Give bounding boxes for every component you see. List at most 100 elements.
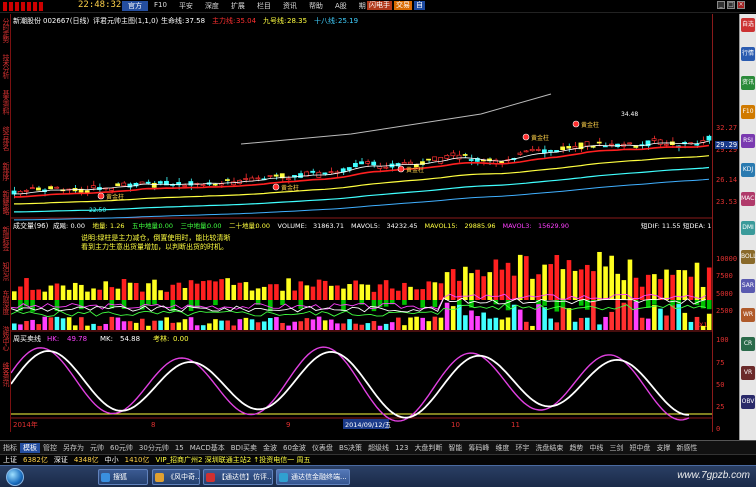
volume-bar-lower: [530, 325, 535, 330]
right-tool-button[interactable]: DMI: [741, 221, 755, 235]
indicator-tab[interactable]: 智能: [445, 443, 465, 453]
indicator-tab[interactable]: 短中盘: [626, 443, 653, 453]
indicator-tab[interactable]: 超级线: [365, 443, 392, 453]
volume-bar-upper: [200, 281, 206, 300]
indicator-tab[interactable]: 指标: [0, 443, 20, 453]
top-menu-item[interactable]: 平安: [173, 1, 199, 11]
volume-bar-upper: [207, 280, 212, 300]
left-tab[interactable]: 新排序: [1, 162, 10, 180]
top-menu-item[interactable]: 栏目: [251, 1, 277, 11]
indicator-tab[interactable]: 60元帅: [107, 443, 136, 453]
right-tool-button[interactable]: VR: [741, 366, 755, 380]
left-tab[interactable]: 综合排名: [1, 126, 10, 150]
indicator-label: 九号线:: [263, 16, 286, 25]
indicator-tab[interactable]: 环宇: [512, 443, 532, 453]
taskbar-window-button[interactable]: 《风中奇...: [152, 469, 200, 485]
volume-bar-lower: [280, 322, 285, 330]
right-tool-button[interactable]: BOLL: [741, 250, 756, 264]
candle-body: [596, 141, 602, 144]
candle-body: [139, 181, 145, 185]
left-tab[interactable]: 分时走势: [1, 18, 10, 42]
right-tool-button[interactable]: 资讯: [741, 76, 755, 90]
top-button[interactable]: 自: [414, 1, 425, 10]
left-tab[interactable]: 知识点: [1, 262, 10, 280]
volume-bar-lower: [414, 316, 419, 330]
volume-bar-green: [402, 300, 407, 305]
indicator-tab[interactable]: 30分元帅: [136, 443, 172, 453]
top-right-buttons: 闪电手 交易自: [367, 1, 427, 10]
indicator-tab[interactable]: 新感性: [673, 443, 700, 453]
top-menu-item[interactable]: A股: [329, 1, 353, 11]
indicator-tab[interactable]: 60金波: [280, 443, 309, 453]
indicator-tab[interactable]: BDI买卖: [228, 443, 260, 453]
indicator-tab[interactable]: 中线: [586, 443, 606, 453]
top-menu-item[interactable]: 深度: [199, 1, 225, 11]
indicator-tab[interactable]: 筹码峰: [465, 443, 492, 453]
volume-bar-lower: [633, 301, 639, 330]
candle-body: [243, 178, 249, 180]
indicator-tab[interactable]: 模板: [20, 442, 40, 453]
volume-bar-lower: [164, 317, 169, 330]
indicator-tab[interactable]: 趋势: [566, 443, 586, 453]
indicator-tab[interactable]: 支撑: [653, 443, 673, 453]
volume-bar-lower: [237, 319, 243, 330]
right-tool-button[interactable]: RSI: [741, 134, 755, 148]
indicator-tab[interactable]: 洗盘结束: [532, 443, 566, 453]
kline-chart-area[interactable]: 新潮股份 002667(日线) 评君元帅主图(1,1,0) 生命线: 37.58 主力线:…: [11, 14, 712, 432]
indicator-tab[interactable]: 管控: [40, 443, 60, 453]
candle-body: [109, 188, 114, 191]
taskbar-window-button[interactable]: 搜狐: [98, 469, 148, 485]
taskbar-window-button[interactable]: 通达信金融终端...: [276, 469, 350, 485]
top-button[interactable]: 闪电手: [367, 1, 392, 10]
volume-bar-upper: [268, 284, 273, 300]
top-menu-item[interactable]: 帮助: [303, 1, 329, 11]
indicator-tab[interactable]: 另存为: [60, 443, 87, 453]
top-menu-item[interactable]: F10: [148, 1, 173, 11]
indicator-tab[interactable]: 大盘判断: [411, 443, 445, 453]
minimize-icon[interactable]: _: [717, 1, 725, 9]
top-button[interactable]: 交易: [394, 1, 412, 10]
indicator-tab[interactable]: 元帅: [87, 443, 107, 453]
start-button[interactable]: [6, 468, 24, 486]
volume-bar-upper: [310, 286, 316, 300]
right-tool-button[interactable]: F10: [741, 105, 755, 119]
indicator-tab[interactable]: 123: [392, 444, 411, 452]
volume-bar-upper: [609, 255, 614, 300]
left-tab[interactable]: 东财深度: [1, 290, 10, 314]
indicator-tab[interactable]: MACD基本: [187, 443, 228, 453]
top-menu-item[interactable]: 扩展: [225, 1, 251, 11]
candle-body: [145, 181, 151, 184]
volume-bar-upper: [170, 284, 176, 300]
right-tool-button[interactable]: WR: [741, 308, 755, 322]
right-tool-button[interactable]: MACD: [741, 192, 756, 206]
maximize-icon[interactable]: □: [727, 1, 735, 9]
left-tab[interactable]: 基本资料: [1, 90, 10, 114]
top-menu-item[interactable]: 资讯: [277, 1, 303, 11]
left-tab[interactable]: 新疆策略: [1, 190, 10, 214]
golden-pillar-marker: [272, 183, 280, 191]
indicator-tab[interactable]: 15: [172, 444, 187, 452]
left-tab[interactable]: 新增标签: [1, 226, 10, 250]
top-menu-item[interactable]: 官方: [122, 1, 148, 11]
right-tool-button[interactable]: 行情: [741, 47, 755, 61]
candle-body: [328, 171, 334, 173]
right-tool-button[interactable]: 自选: [741, 18, 755, 32]
volume-bar-upper: [645, 274, 651, 300]
right-tool-button[interactable]: KDJ: [741, 163, 755, 177]
indicator-tab[interactable]: 仪表盘: [309, 443, 336, 453]
left-tab[interactable]: 游戏中心: [1, 326, 10, 350]
volume-bar-lower: [603, 316, 608, 330]
kdj-legend-value: 54.88: [120, 335, 140, 343]
right-tool-button[interactable]: CR: [741, 337, 755, 351]
indicator-tab[interactable]: 维度: [492, 443, 512, 453]
left-tab[interactable]: 维客资讯: [1, 362, 10, 386]
indicator-tab[interactable]: 金波: [260, 443, 280, 453]
indicator-tab[interactable]: 三剑: [606, 443, 626, 453]
right-tool-button[interactable]: OBV: [741, 395, 755, 409]
right-tool-button[interactable]: SAR: [741, 279, 755, 293]
left-tab[interactable]: 技术分析: [1, 54, 10, 78]
volume-bar-upper: [578, 269, 584, 300]
indicator-tab[interactable]: BS决策: [336, 443, 365, 453]
taskbar-window-button[interactable]: 【通达信】仿评...: [203, 469, 273, 485]
close-icon[interactable]: ×: [737, 1, 745, 9]
